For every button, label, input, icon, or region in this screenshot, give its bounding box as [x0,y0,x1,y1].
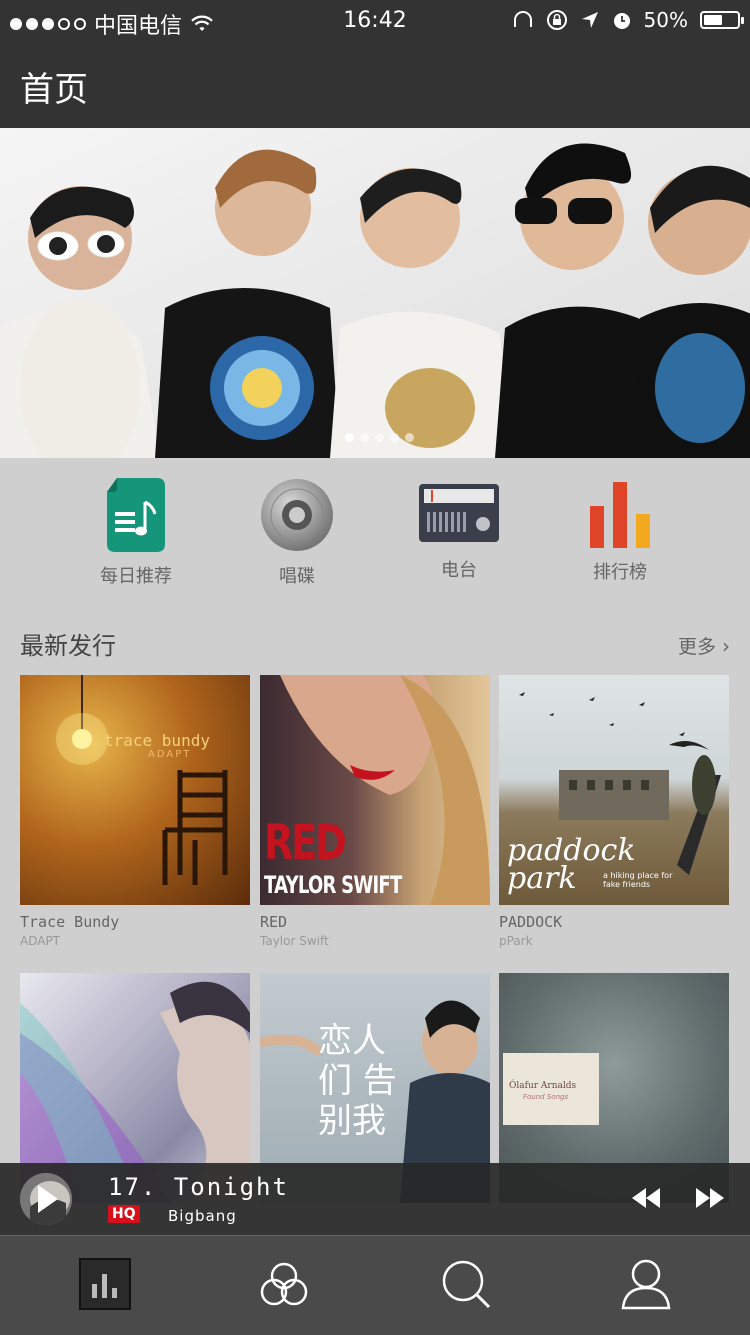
album-title: RED [260,913,288,931]
next-button[interactable] [696,1183,726,1213]
user-icon [621,1259,671,1310]
nav-header: 首页 [0,42,750,128]
album-cover-subtext: a hiking place for fake friends [603,871,673,889]
daily-music-icon [107,478,165,552]
quick-label-disc: 唱碟 [279,566,315,587]
album-cover-text: Ólafur Arnalds [509,1081,577,1091]
quick-item-radio[interactable]: 电台 [399,478,519,582]
tab-discover[interactable] [258,1258,310,1310]
location-arrow-icon [581,12,598,28]
tab-search[interactable] [440,1258,492,1310]
bottom-tab-bar [0,1235,750,1335]
alarm-icon [613,13,630,29]
quick-label-chart: 排行榜 [593,562,647,583]
play-icon[interactable] [38,1185,58,1213]
album-artist: ADAPT [20,934,61,948]
chevron-right-icon: › [722,634,730,658]
hq-badge: HQ [108,1205,140,1223]
quick-label-daily: 每日推荐 [100,566,172,587]
album-cover-subtext: Found Songs [523,1093,569,1101]
more-label: 更多 [677,636,716,658]
page-title: 首页 [20,70,88,110]
radio-icon [419,484,499,542]
now-playing-title: 17. Tonight [108,1173,289,1201]
quick-item-disc[interactable]: 唱碟 [237,478,357,588]
battery-percent: 50% [643,8,688,32]
status-bar: 中国电信 16:42 50% [0,0,750,42]
banner-image [0,128,750,458]
now-playing-artist: Bigbang [168,1207,237,1225]
album-title: PADDOCK [499,913,563,931]
status-right: 50% [512,8,744,32]
banner-carousel[interactable] [0,128,750,458]
tab-profile[interactable] [620,1258,672,1310]
circles-icon [260,1262,308,1306]
album-card[interactable]: RED TAYLOR SWIFT RED Taylor Swift [260,675,490,948]
album-card[interactable]: trace bundy ADAPT Trace Bundy ADAPT [20,675,250,948]
equalizer-icon [79,1258,131,1310]
album-cover-subtext: TAYLOR SWIFT [264,871,402,899]
album-cover: RED TAYLOR SWIFT [260,675,490,905]
rotation-lock-icon [546,10,567,30]
quick-item-daily[interactable]: 每日推荐 [76,478,196,588]
quick-categories: 每日推荐 唱碟 电台 排行榜 [0,458,750,598]
album-cover: trace bundy ADAPT [20,675,250,905]
previous-button[interactable] [632,1183,662,1213]
album-artist: Taylor Swift [260,934,329,948]
album-title: Trace Bundy [20,913,120,931]
album-cover-text: 恋人们 告别我 [318,1021,397,1141]
tab-music[interactable] [79,1258,131,1310]
album-artist: pPark [499,934,533,948]
fast-forward-icon [696,1188,724,1208]
album-cover-subtext: ADAPT [148,749,192,760]
chart-bars-icon [590,482,650,548]
album-cover: paddock park a hiking place for fake fri… [499,675,729,905]
mini-player[interactable]: 17. Tonight HQ Bigbang [0,1163,750,1235]
vinyl-disc-icon [261,479,333,551]
banner-pager[interactable] [345,433,414,442]
more-link[interactable]: 更多 › [678,632,730,659]
album-cover-text: RED [264,815,347,871]
quick-label-radio: 电台 [441,560,477,581]
quick-item-chart[interactable]: 排行榜 [560,478,680,584]
section-title-latest: 最新发行 [20,632,116,660]
album-cover-text: trace bundy [104,731,210,750]
album-card[interactable]: paddock park a hiking place for fake fri… [499,675,729,948]
rewind-icon [632,1188,660,1208]
search-icon [442,1260,491,1309]
battery-icon [700,11,744,29]
headphones-icon [513,11,532,27]
